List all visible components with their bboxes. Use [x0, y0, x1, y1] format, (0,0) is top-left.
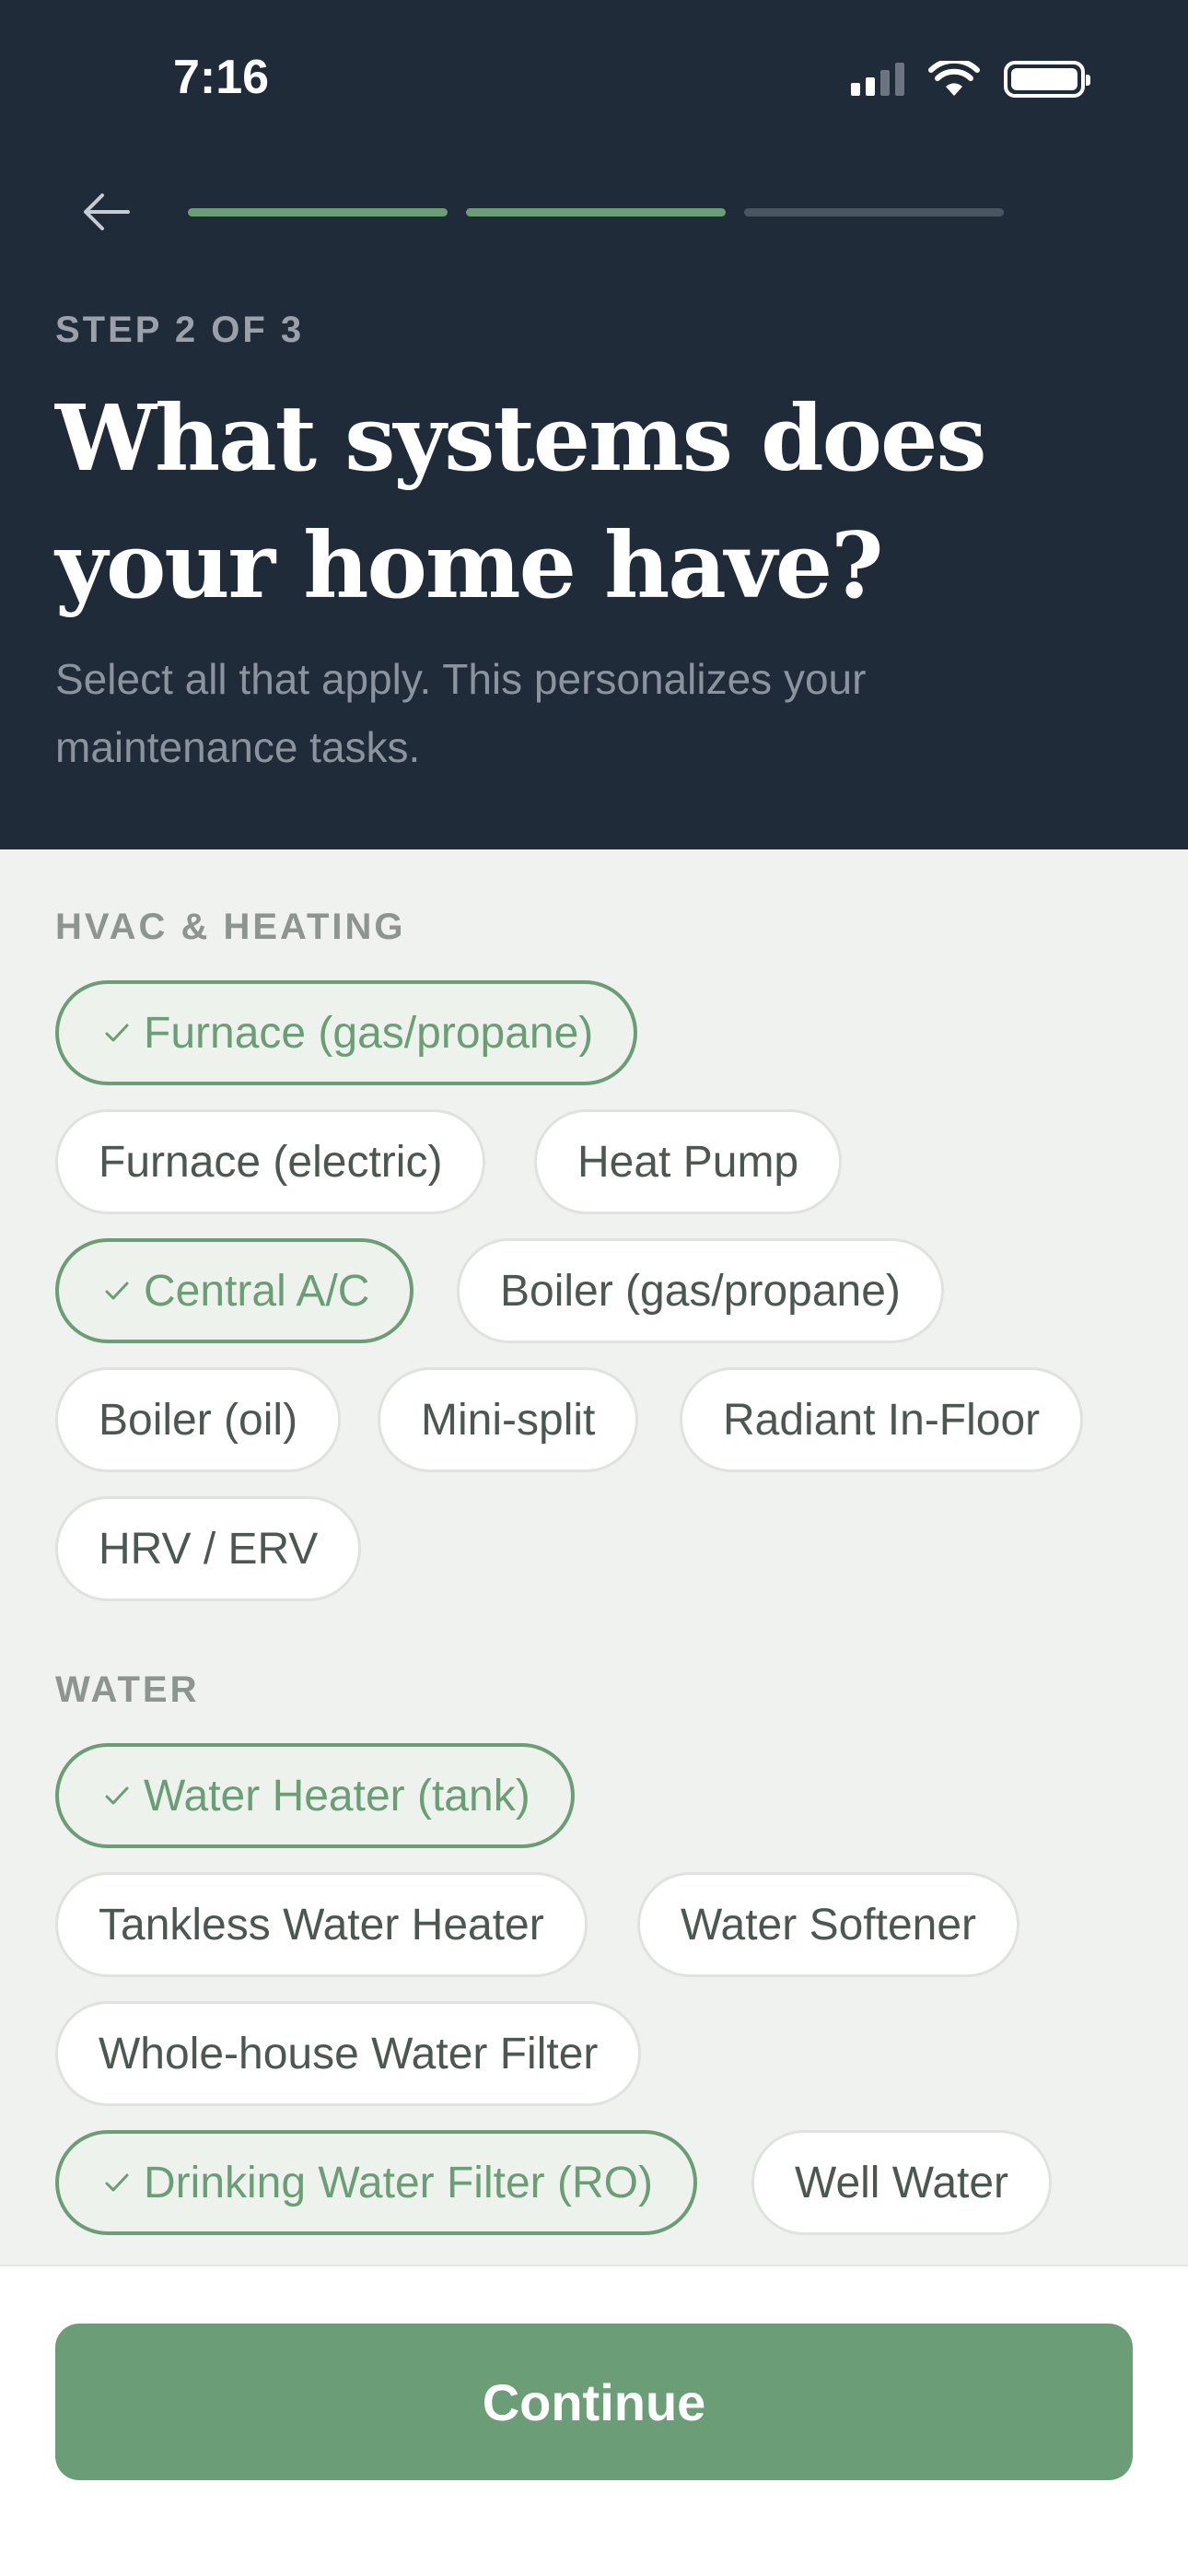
chip-label: Furnace (gas/propane)	[144, 1008, 594, 1058]
step-label: STEP 2 OF 3	[55, 310, 305, 350]
chip-label: Central A/C	[144, 1266, 370, 1316]
status-time: 7:16	[173, 51, 270, 104]
progress-segment-2	[466, 208, 726, 217]
chip-label: Tankless Water Heater	[99, 1900, 544, 1950]
chip-label: Mini-split	[421, 1395, 596, 1445]
chip-whole-house-water-filter[interactable]: Whole-house Water Filter	[55, 2001, 642, 2106]
chip-well-water[interactable]: Well Water	[751, 2130, 1053, 2235]
chip-boiler-gas[interactable]: Boiler (gas/propane)	[457, 1238, 944, 1343]
chip-label: Heat Pump	[577, 1137, 799, 1187]
check-icon	[101, 1275, 133, 1306]
cellular-signal-icon	[851, 63, 904, 96]
chip-furnace-electric[interactable]: Furnace (electric)	[55, 1109, 486, 1214]
chip-central-ac[interactable]: Central A/C	[55, 1238, 414, 1343]
chip-heat-pump[interactable]: Heat Pump	[534, 1109, 843, 1214]
battery-icon	[1004, 61, 1090, 98]
arrow-left-icon	[84, 193, 130, 230]
chip-label: Radiant In-Floor	[723, 1395, 1041, 1445]
section-label-water: WATER	[55, 1669, 200, 1710]
progress-segment-1	[188, 208, 448, 217]
chip-mini-split[interactable]: Mini-split	[378, 1367, 639, 1472]
systems-selection: HVAC & HEATING Furnace (gas/propane) Fur…	[0, 849, 1188, 2265]
progress-segment-3	[744, 208, 1004, 217]
status-icons	[851, 61, 1090, 98]
chip-label: Water Softener	[681, 1900, 977, 1950]
back-button[interactable]	[74, 184, 138, 240]
check-icon	[101, 2167, 133, 2198]
chip-boiler-oil[interactable]: Boiler (oil)	[55, 1367, 342, 1472]
chip-label: Furnace (electric)	[99, 1137, 443, 1187]
chip-hrv-erv[interactable]: HRV / ERV	[55, 1496, 362, 1601]
wifi-icon	[928, 61, 980, 96]
chip-label: Boiler (oil)	[99, 1395, 298, 1445]
chip-label: Boiler (gas/propane)	[500, 1266, 901, 1316]
chip-label: Whole-house Water Filter	[99, 2029, 599, 2078]
footer: Continue	[0, 2265, 1188, 2576]
chip-furnace-gas[interactable]: Furnace (gas/propane)	[55, 980, 638, 1085]
check-icon	[101, 1780, 133, 1811]
chip-water-softener[interactable]: Water Softener	[637, 1872, 1020, 1977]
chip-label: Drinking Water Filter (RO)	[144, 2158, 653, 2207]
chip-label: Water Heater (tank)	[144, 1771, 530, 1821]
chip-water-heater-tank[interactable]: Water Heater (tank)	[55, 1743, 575, 1848]
page-subtitle: Select all that apply. This personalizes…	[55, 655, 867, 771]
step-progress	[188, 208, 1004, 217]
chip-tankless-water-heater[interactable]: Tankless Water Heater	[55, 1872, 588, 1977]
check-icon	[101, 1017, 133, 1048]
header: 7:16 STEP 2 OF 3 What systems does your …	[0, 0, 1188, 849]
chip-radiant-in-floor[interactable]: Radiant In-Floor	[680, 1367, 1084, 1472]
chip-label: Well Water	[795, 2158, 1009, 2207]
section-label-hvac: HVAC & HEATING	[55, 907, 406, 947]
page-title: What systems does your home have?	[55, 386, 987, 619]
chip-drinking-water-filter[interactable]: Drinking Water Filter (RO)	[55, 2130, 697, 2235]
continue-button[interactable]: Continue	[55, 2324, 1133, 2480]
chip-label: HRV / ERV	[99, 1524, 319, 1574]
